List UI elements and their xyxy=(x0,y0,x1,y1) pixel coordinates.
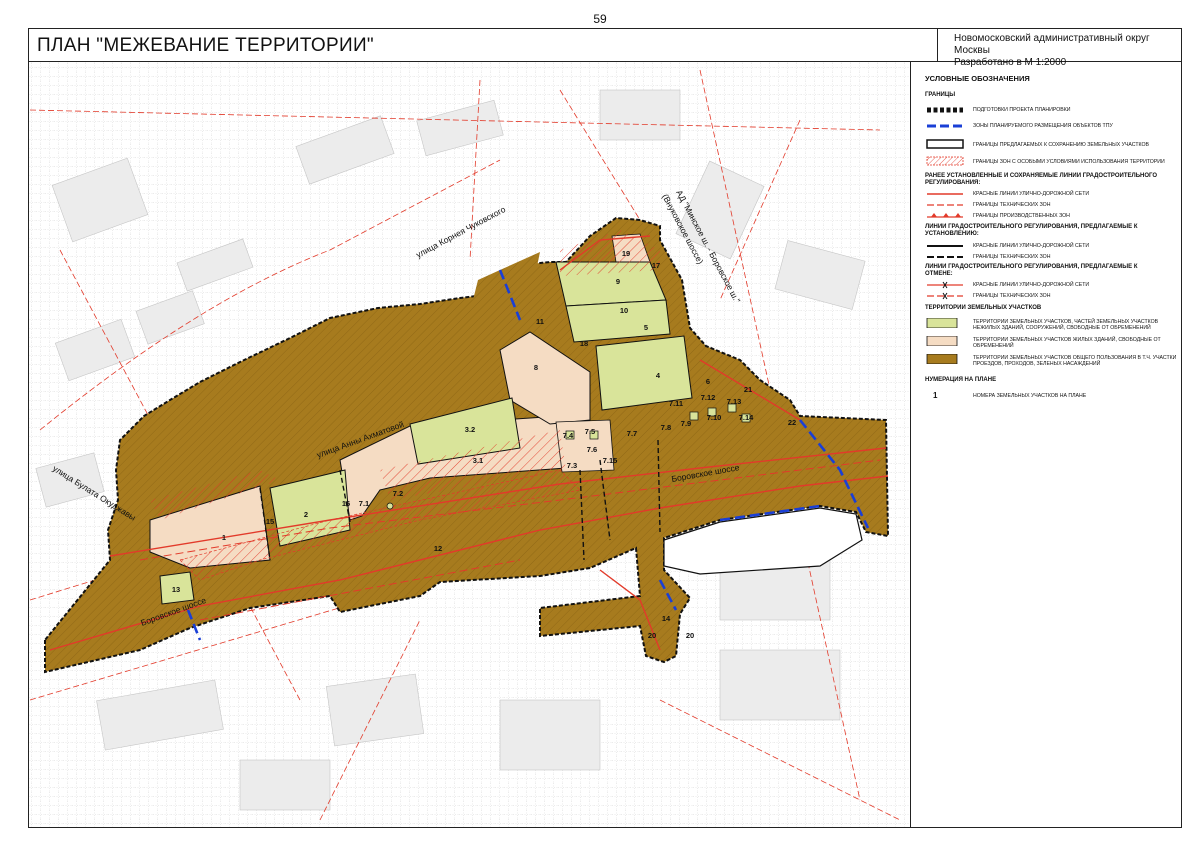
parcel-label[interactable]: 10 xyxy=(620,306,628,315)
legend-text-tpu: ЗОНЫ ПЛАНИРУЕМОГО РАЗМЕЩЕНИЯ ОБЪЕКТОВ ТП… xyxy=(973,123,1113,129)
legend-section-borders: ГРАНИЦЫ xyxy=(925,92,956,98)
parcel-label[interactable]: 7.13 xyxy=(727,397,742,406)
parcel-label[interactable]: 9 xyxy=(616,277,620,286)
parcel-label[interactable]: 11 xyxy=(536,317,544,326)
parcel-label[interactable]: 7.3 xyxy=(567,461,577,470)
parcel-area-10[interactable] xyxy=(565,299,671,343)
legend-symbol-new-red xyxy=(927,245,963,247)
parcel-label[interactable]: 1 xyxy=(222,533,226,542)
parcel-label[interactable]: 5 xyxy=(644,323,648,332)
legend-section-cancel: ЛИНИИ ГРАДОСТРОИТЕЛЬНОГО РЕГУЛИРОВАНИЯ, … xyxy=(925,264,1138,277)
legend-section-existing: РАНЕЕ УСТАНОВЛЕННЫЕ И СОХРАНЯЕМЫЕ ЛИНИИ … xyxy=(925,173,1158,186)
parcel-label[interactable]: 7.5 xyxy=(585,427,595,436)
parcel-label[interactable]: 2 xyxy=(304,510,308,519)
legend-title: УСЛОВНЫЕ ОБОЗНАЧЕНИЯ xyxy=(925,74,1030,83)
legend-text-planning: ПОДГОТОВКИ ПРОЕКТА ПЛАНИРОВКИ xyxy=(973,107,1071,113)
legend-text-existing-red: КРАСНЫЕ ЛИНИИ УЛИЧНО-ДОРОЖНОЙ СЕТИ xyxy=(973,191,1090,197)
legend-text-special: ГРАНИЦЫ ЗОН С ОСОБЫМИ УСЛОВИЯМИ ИСПОЛЬЗО… xyxy=(973,159,1165,165)
legend-symbol-beige xyxy=(926,336,958,346)
parcel-label[interactable]: 17 xyxy=(652,261,660,270)
parcel-label[interactable]: 7.12 xyxy=(701,393,716,402)
page-number: 59 xyxy=(593,12,607,26)
legend-symbol-existing-red xyxy=(927,193,963,195)
legend-panel: УСЛОВНЫЕ ОБОЗНАЧЕНИЯ ГРАНИЦЫ ПОДГОТОВКИ … xyxy=(910,62,1181,827)
legend-symbol-parcels xyxy=(926,139,964,149)
legend-text-new-tech: ГРАНИЦЫ ТЕХНИЧЕСКИХ ЗОН xyxy=(973,254,1051,260)
parcel-label[interactable]: 6 xyxy=(706,377,710,386)
legend-symbol-special xyxy=(926,156,964,166)
page-title: ПЛАН "МЕЖЕВАНИЕ ТЕРРИТОРИИ" xyxy=(37,35,374,56)
legend-text-numbering: НОМЕРА ЗЕМЕЛЬНЫХ УЧАСТКОВ НА ПЛАНЕ xyxy=(973,393,1087,399)
legend-text-beige: ТЕРРИТОРИИ ЗЕМЕЛЬНЫХ УЧАСТКОВ ЖИЛЫХ ЗДАН… xyxy=(973,337,1161,349)
parcel-label[interactable]: 20 xyxy=(686,631,694,640)
parcel-label[interactable]: 7.9 xyxy=(681,419,691,428)
parcel-label[interactable]: 18 xyxy=(580,339,588,348)
parcel-label[interactable]: 7.4 xyxy=(563,431,574,440)
parcel-label[interactable]: 7.15 xyxy=(603,456,618,465)
parcel-label[interactable]: 20 xyxy=(648,631,656,640)
title-divider xyxy=(937,29,938,62)
parcel-label[interactable]: 3.2 xyxy=(465,425,475,434)
legend-section-numbering: НУМЕРАЦИЯ НА ПЛАНЕ xyxy=(925,377,997,383)
legend-symbol-planning xyxy=(927,107,963,113)
parcel-label[interactable]: 22 xyxy=(788,418,796,427)
parcel-label[interactable]: 8 xyxy=(534,363,538,372)
parcel-label[interactable]: 16 xyxy=(342,499,350,508)
parcel-label[interactable]: 7.7 xyxy=(627,429,637,438)
map-svg[interactable]: улица Корнея Чуковского улица Анны Ахмат… xyxy=(29,62,909,827)
parcel-label[interactable]: 7.14 xyxy=(739,413,754,422)
district-name: Новомосковский административный округ Мо… xyxy=(954,33,1150,56)
title-bar: ПЛАН "МЕЖЕВАНИЕ ТЕРРИТОРИИ" Новомосковск… xyxy=(28,28,1182,68)
parcel-label[interactable]: 7.8 xyxy=(661,423,671,432)
legend-symbol-cancel-red xyxy=(927,281,963,289)
legend-text-existing-tech: ГРАНИЦЫ ТЕХНИЧЕСКИХ ЗОН xyxy=(973,202,1051,208)
legend-section-territories: ТЕРРИТОРИИ ЗЕМЕЛЬНЫХ УЧАСТКОВ xyxy=(925,305,1042,311)
parcel-label[interactable]: 7.10 xyxy=(707,413,722,422)
legend-number-symbol: 1 xyxy=(933,391,938,400)
map-area[interactable]: улица Корнея Чуковского улица Анны Ахмат… xyxy=(29,62,909,827)
parcel-label[interactable]: 12 xyxy=(434,544,442,553)
parcel-label[interactable]: 7.11 xyxy=(669,399,683,408)
legend-text-brown: ТЕРРИТОРИИ ЗЕМЕЛЬНЫХ УЧАСТКОВ ОБЩЕГО ПОЛ… xyxy=(973,355,1177,367)
legend-text-cancel-red: КРАСНЫЕ ЛИНИИ УЛИЧНО-ДОРОЖНОЙ СЕТИ xyxy=(973,282,1090,288)
legend-symbol-existing-prod xyxy=(927,213,963,218)
parcel-label[interactable]: 3.1 xyxy=(473,456,483,465)
legend-symbol-cancel-tech xyxy=(927,292,963,300)
legend-symbol-tpu xyxy=(927,124,963,128)
parcel-label[interactable]: 21 xyxy=(744,385,752,394)
parcel-label[interactable]: 15 xyxy=(266,517,274,526)
legend-text-existing-prod: ГРАНИЦЫ ПРОИЗВОДСТВЕННЫХ ЗОН xyxy=(973,213,1070,219)
legend-text-new-red: КРАСНЫЕ ЛИНИИ УЛИЧНО-ДОРОЖНОЙ СЕТИ xyxy=(973,243,1090,249)
legend-text-green: ТЕРРИТОРИИ ЗЕМЕЛЬНЫХ УЧАСТКОВ, ЧАСТЕЙ ЗЕ… xyxy=(973,319,1159,331)
legend-symbol-new-tech xyxy=(927,256,963,258)
parcel-label[interactable]: 13 xyxy=(172,585,180,594)
parcel-label[interactable]: 7.1 xyxy=(359,499,369,508)
legend-text-cancel-tech: ГРАНИЦЫ ТЕХНИЧЕСКИХ ЗОН xyxy=(973,293,1051,299)
legend-symbol-existing-tech xyxy=(927,204,963,206)
parcel-label[interactable]: 7.6 xyxy=(587,445,597,454)
parcel-label[interactable]: 7.2 xyxy=(393,489,403,498)
legend-symbol-green xyxy=(926,318,958,328)
legend-text-parcels: ГРАНИЦЫ ПРЕДЛАГАЕМЫХ К СОХРАНЕНИЮ ЗЕМЕЛЬ… xyxy=(973,142,1149,148)
parcel-label[interactable]: 14 xyxy=(662,614,671,623)
legend-section-new: ЛИНИИ ГРАДОСТРОИТЕЛЬНОГО РЕГУЛИРОВАНИЯ, … xyxy=(925,224,1138,237)
parcel-label[interactable]: 19 xyxy=(622,249,630,258)
legend-symbol-brown xyxy=(926,354,958,364)
